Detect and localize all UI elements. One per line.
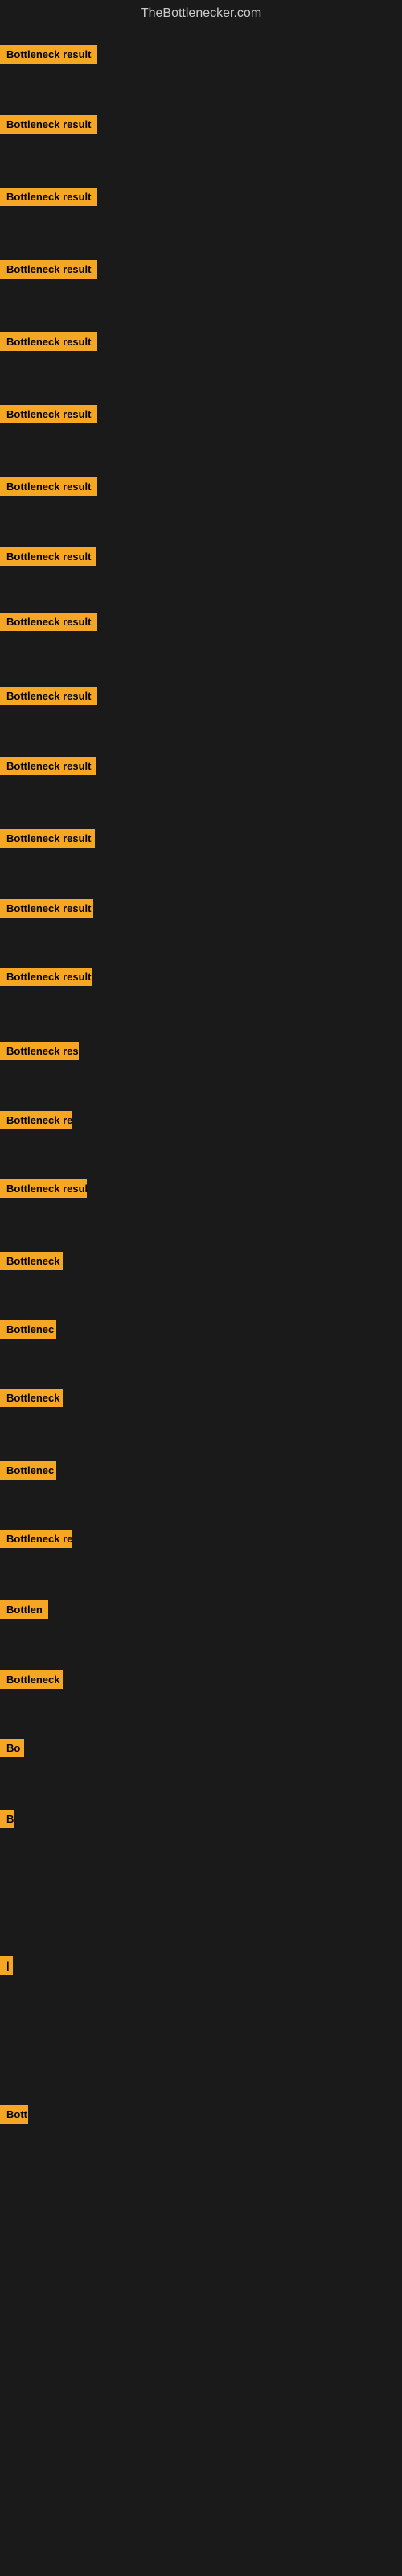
bottleneck-item: Bottleneck result: [0, 547, 96, 570]
bottleneck-item: Bottleneck result: [0, 899, 93, 922]
bottleneck-label: Bottleneck result: [0, 115, 97, 134]
bottleneck-item: Bottleneck result: [0, 260, 97, 283]
bottleneck-item: |: [0, 1956, 13, 1979]
bottleneck-item: Bottleneck re: [0, 1111, 72, 1133]
bottleneck-label: Bottleneck: [0, 1252, 63, 1270]
bottleneck-item: Bott: [0, 2105, 28, 2128]
bottleneck-item: Bottlenec: [0, 1320, 56, 1343]
bottleneck-item: Bottlenec: [0, 1461, 56, 1484]
bottleneck-item: Bottleneck result: [0, 332, 97, 355]
bottleneck-label: Bottleneck resul: [0, 1179, 87, 1198]
bottleneck-item: Bottleneck result: [0, 188, 97, 210]
bottleneck-label: Bottleneck result: [0, 899, 93, 918]
bottleneck-label: Bottleneck: [0, 1389, 63, 1407]
bottleneck-label: Bottleneck result: [0, 260, 97, 279]
bottleneck-item: Bottleneck result: [0, 757, 96, 779]
bottleneck-item: Bottleneck result: [0, 477, 97, 500]
bottleneck-label: Bottleneck re: [0, 1530, 72, 1548]
bottleneck-label: Bottleneck result: [0, 613, 97, 631]
bottleneck-item: B: [0, 1810, 14, 1832]
bottleneck-label: Bottleneck result: [0, 687, 97, 705]
bottleneck-label: Bottleneck result: [0, 1042, 79, 1060]
bottleneck-label: Bottleneck result: [0, 45, 97, 64]
bottleneck-item: Bottleneck result: [0, 115, 97, 138]
bottleneck-label: Bottleneck result: [0, 405, 97, 423]
bottleneck-item: Bottleneck: [0, 1670, 63, 1693]
bottleneck-item: Bo: [0, 1739, 24, 1761]
bottleneck-label: Bottleneck result: [0, 188, 97, 206]
bottleneck-item: Bottleneck result: [0, 613, 97, 635]
bottleneck-label: Bott: [0, 2105, 28, 2124]
bottleneck-label: Bottleneck result: [0, 332, 97, 351]
bottleneck-item: Bottleneck: [0, 1252, 63, 1274]
bottleneck-label: Bottlen: [0, 1600, 48, 1619]
bottleneck-item: Bottleneck result: [0, 968, 92, 990]
bottleneck-item: Bottleneck resul: [0, 1179, 87, 1202]
bottleneck-label: Bottleneck: [0, 1670, 63, 1689]
bottleneck-label: |: [0, 1956, 13, 1975]
bottleneck-item: Bottleneck result: [0, 405, 97, 427]
bottleneck-item: Bottleneck result: [0, 1042, 79, 1064]
bottleneck-item: Bottleneck result: [0, 829, 95, 852]
site-title: TheBottlenecker.com: [0, 0, 402, 27]
bottleneck-item: Bottleneck result: [0, 687, 97, 709]
bottleneck-label: Bottleneck result: [0, 968, 92, 986]
bottleneck-item: Bottleneck: [0, 1389, 63, 1411]
bottleneck-label: Bottleneck result: [0, 477, 97, 496]
bottleneck-item: Bottleneck re: [0, 1530, 72, 1552]
bottleneck-label: Bottleneck result: [0, 757, 96, 775]
bottleneck-label: Bottlenec: [0, 1461, 56, 1480]
bottleneck-label: Bottlenec: [0, 1320, 56, 1339]
bottleneck-label: Bo: [0, 1739, 24, 1757]
bottleneck-label: B: [0, 1810, 14, 1828]
bottleneck-item: Bottleneck result: [0, 45, 97, 68]
bottleneck-label: Bottleneck result: [0, 547, 96, 566]
bottleneck-item: Bottlen: [0, 1600, 48, 1623]
bottleneck-label: Bottleneck result: [0, 829, 95, 848]
bottleneck-label: Bottleneck re: [0, 1111, 72, 1129]
